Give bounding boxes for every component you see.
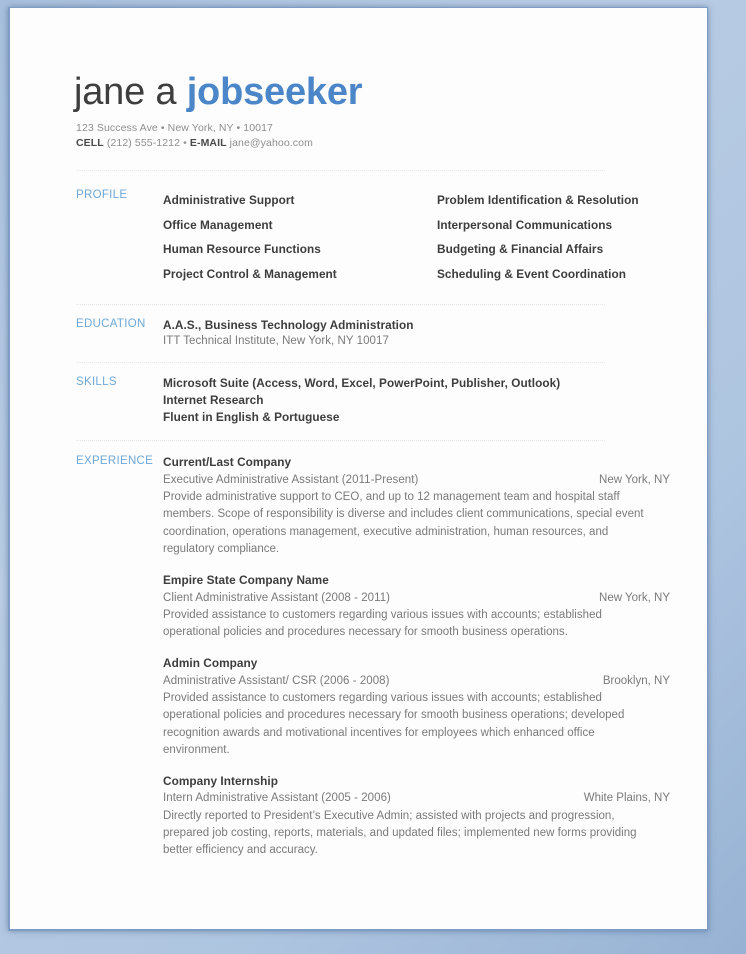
- experience-entry: Current/Last Company Executive Administr…: [163, 454, 670, 558]
- profile-item: Office Management: [163, 217, 273, 232]
- profile-item: Human Resource Functions: [163, 242, 321, 257]
- job-title-row: Intern Administrative Assistant (2005 - …: [163, 790, 670, 807]
- experience-entry: Admin Company Administrative Assistant/ …: [163, 655, 670, 759]
- job-company: Empire State Company Name: [163, 573, 329, 588]
- experience-body: Current/Last Company Executive Administr…: [163, 454, 670, 859]
- resume-page: jane a jobseeker 123 Success Ave • New Y…: [10, 8, 707, 929]
- section-label-experience: EXPERIENCE: [76, 455, 154, 468]
- job-location: New York, NY: [599, 591, 670, 604]
- profile-item: Interpersonal Communications: [437, 217, 613, 232]
- section-label-education: EDUCATION: [76, 317, 146, 330]
- contact-line: CELL (212) 555-1212 • E-MAIL jane@yahoo.…: [66, 136, 670, 150]
- resume-content: jane a jobseeker 123 Success Ave • New Y…: [66, 8, 670, 860]
- job-title: Executive Administrative Assistant (2011…: [163, 473, 419, 486]
- job-company: Company Internship: [163, 774, 278, 789]
- job-company: Admin Company: [163, 656, 258, 671]
- job-description: Provide administrative support to CEO, a…: [163, 491, 644, 555]
- profile-body: Administrative Support Problem Identific…: [163, 188, 670, 287]
- job-location: Brooklyn, NY: [602, 674, 670, 687]
- email-value: jane@yahoo.com: [226, 137, 313, 149]
- job-title-row: Client Administrative Assistant (2008 - …: [163, 590, 670, 607]
- profile-skill-grid: Administrative Support Problem Identific…: [163, 188, 670, 287]
- profile-item: Budgeting & Financial Affairs: [437, 242, 604, 257]
- job-company: Current/Last Company: [163, 455, 292, 470]
- skills-body: Microsoft Suite (Access, Word, Excel, Po…: [163, 375, 670, 427]
- contact-separator: •: [183, 137, 190, 149]
- education-degree: A.A.S., Business Technology Administrati…: [163, 317, 414, 332]
- job-title: Administrative Assistant/ CSR (2006 - 20…: [163, 674, 390, 687]
- education-institution: ITT Technical Institute, New York, NY 10…: [163, 334, 389, 347]
- profile-item: Problem Identification & Resolution: [437, 193, 639, 207]
- page-title: jane a jobseeker: [66, 70, 670, 114]
- profile-item: Scheduling & Event Coordination: [437, 267, 626, 282]
- section-label-skills: SKILLS: [76, 375, 117, 388]
- cell-label: CELL: [76, 137, 104, 149]
- experience-entry: Empire State Company Name Client Adminis…: [163, 572, 670, 641]
- profile-item: Administrative Support: [163, 193, 295, 207]
- address-line: 123 Success Ave • New York, NY • 10017: [76, 122, 273, 134]
- job-location: White Plains, NY: [583, 792, 670, 805]
- job-title-row: Administrative Assistant/ CSR (2006 - 20…: [163, 673, 670, 690]
- skills-item: Microsoft Suite (Access, Word, Excel, Po…: [163, 375, 561, 390]
- job-description: Directly reported to President’s Executi…: [163, 809, 637, 857]
- section-label-profile: PROFILE: [76, 189, 128, 201]
- section-profile: PROFILE Administrative Support Problem I…: [66, 171, 670, 304]
- profile-item: Project Control & Management: [163, 267, 337, 282]
- header-spacer: [66, 150, 670, 170]
- job-title: Intern Administrative Assistant (2005 - …: [163, 792, 391, 805]
- job-location: New York, NY: [599, 473, 670, 486]
- section-education: EDUCATION A.A.S., Business Technology Ad…: [66, 305, 670, 362]
- skills-item: Internet Research: [163, 393, 264, 408]
- cell-value: (212) 555-1212: [103, 137, 184, 149]
- name-last: jobseeker: [186, 71, 363, 113]
- skills-item: Fluent in English & Portuguese: [163, 410, 340, 425]
- experience-entry: Company Internship Intern Administrative…: [163, 773, 670, 859]
- job-title-row: Executive Administrative Assistant (2011…: [163, 472, 670, 489]
- education-body: A.A.S., Business Technology Administrati…: [163, 317, 670, 349]
- section-experience: EXPERIENCE Current/Last Company Executiv…: [66, 441, 670, 859]
- email-label: E-MAIL: [189, 137, 227, 149]
- job-title: Client Administrative Assistant (2008 - …: [163, 591, 391, 604]
- section-skills: SKILLS Microsoft Suite (Access, Word, Ex…: [66, 363, 670, 441]
- name-first: jane a: [74, 71, 187, 113]
- job-description: Provided assistance to customers regardi…: [163, 691, 625, 756]
- job-description: Provided assistance to customers regardi…: [163, 608, 602, 639]
